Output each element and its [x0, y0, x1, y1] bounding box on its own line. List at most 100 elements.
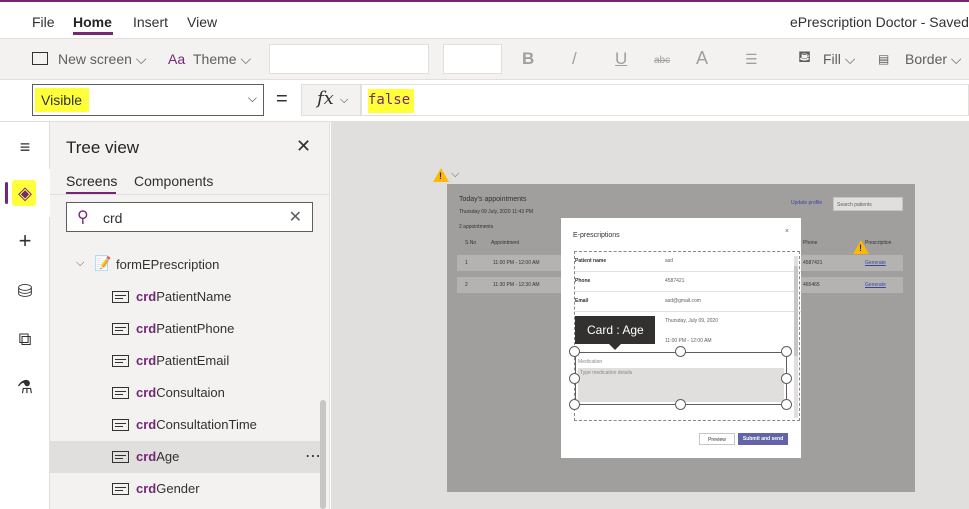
tree-node-crd-patientemail[interactable]: crdPatientEmail — [50, 345, 322, 377]
card-icon — [112, 387, 129, 399]
resize-handle[interactable] — [781, 399, 792, 410]
advanced-tools-icon[interactable]: ⚗ — [14, 376, 36, 398]
update-profile-link[interactable]: Update profile — [791, 200, 822, 206]
screen-title: Today's appointments — [459, 196, 527, 203]
close-icon[interactable]: ✕ — [296, 136, 311, 157]
tooltip-arrow — [609, 344, 621, 350]
tree-node-form[interactable]: ⌵ 📝 formEPrescription — [50, 249, 322, 281]
tab-screens[interactable]: Screens — [66, 173, 117, 189]
theme-button[interactable]: Theme ⌵ — [193, 51, 251, 68]
preview-button[interactable]: Preview — [699, 433, 735, 445]
fill-button[interactable]: Fill ⌵ — [823, 51, 855, 68]
font-size-select[interactable] — [443, 44, 502, 74]
active-indicator — [5, 182, 8, 204]
menu-view[interactable]: View — [187, 14, 217, 30]
screen-date: Thursday 09 July, 2020 11:43 PM — [459, 209, 534, 215]
canvas-area: ! ⌵ Today's appointments Thursday 09 Jul… — [331, 122, 969, 509]
medication-label: Medication — [578, 359, 603, 365]
patient-search[interactable]: Search patients — [833, 197, 903, 211]
menu-home[interactable]: Home — [73, 14, 112, 30]
resize-handle[interactable] — [569, 373, 580, 384]
prescription-modal[interactable]: E-prescriptions × Patient name asd Phone… — [561, 218, 801, 458]
chevron-down-icon: ⌵ — [844, 51, 856, 67]
submit-send-button[interactable]: Submit and send — [738, 433, 788, 445]
tree-node-crd-age[interactable]: crdAge ⋯ — [50, 441, 322, 473]
tree-node-label: crdPatientName — [136, 289, 232, 304]
fx-button[interactable]: fx ⌵ — [301, 84, 361, 116]
row-appointment: 11:30 PM - 12:30 AM — [493, 282, 540, 288]
tree-node-crd-consultaion[interactable]: crdConsultaion — [50, 377, 322, 409]
layers-icon[interactable]: ◈ — [14, 182, 36, 204]
formula-input[interactable]: false — [361, 84, 969, 116]
warning-icon[interactable]: ! — [433, 168, 449, 182]
prescription-form[interactable]: Patient name asd Phone 4587421 Email asd… — [569, 251, 801, 421]
align-icon[interactable]: ☰ — [745, 51, 758, 68]
row-phone: 4587421 — [803, 260, 823, 266]
italic-button[interactable]: / — [572, 49, 577, 69]
chevron-down-icon: ⌵ — [240, 51, 252, 67]
resize-handle[interactable] — [675, 346, 686, 357]
modal-title: E-prescriptions — [573, 232, 620, 239]
header-appointment: Appointment — [491, 240, 520, 246]
tree-node-crd-patientname[interactable]: crdPatientName — [50, 281, 322, 313]
menu-active-underline — [73, 32, 113, 35]
chevron-down-icon[interactable]: ⌵ — [451, 168, 459, 181]
data-cylinder-icon[interactable]: ⛁ — [14, 280, 36, 302]
tree-node-crd-gender[interactable]: crdGender — [50, 473, 322, 505]
tree-scrollbar[interactable] — [320, 400, 326, 509]
field-value: 11:00 PM - 12:00 AM — [665, 338, 712, 344]
card-icon — [112, 323, 129, 335]
medication-input[interactable]: Type medication details — [578, 368, 784, 402]
card-icon — [112, 291, 129, 303]
menu-insert[interactable]: Insert — [133, 14, 168, 30]
form-row[interactable]: Phone 4587421 — [575, 272, 801, 292]
tree-search-input[interactable]: ⚲ crd ✕ — [66, 202, 313, 232]
resize-handle[interactable] — [781, 346, 792, 357]
card-icon — [112, 355, 129, 367]
font-color-button[interactable]: A — [696, 48, 708, 69]
media-icon[interactable]: ⧉ — [14, 328, 36, 350]
tree-node-label: crdPatientEmail — [136, 353, 230, 368]
bold-button[interactable]: B — [522, 49, 534, 69]
chevron-down-icon: ⌵ — [247, 91, 257, 105]
property-value: Visible — [41, 92, 82, 108]
chevron-down-icon: ⌵ — [950, 51, 962, 67]
close-icon[interactable]: × — [785, 228, 789, 235]
form-row[interactable]: Patient name asd — [575, 252, 801, 272]
paint-bucket-icon: ⛾ — [798, 49, 812, 66]
field-value: 4587421 — [665, 278, 685, 284]
formula-bar: Visible ⌵ = fx ⌵ false — [0, 80, 969, 122]
form-scrollbar[interactable] — [794, 256, 798, 418]
generate-link[interactable]: Generate — [865, 282, 886, 288]
font-family-select[interactable] — [269, 44, 429, 74]
tree-node-crd-consultationtime[interactable]: crdConsultationTime — [50, 409, 322, 441]
tree-view-title: Tree view — [66, 138, 140, 157]
appointment-count: 2 appointments — [459, 224, 494, 230]
row-sno: 2 — [465, 282, 468, 288]
strikethrough-button[interactable]: abc — [654, 55, 670, 66]
resize-handle[interactable] — [569, 346, 580, 357]
warning-icon[interactable]: ! — [853, 240, 869, 254]
property-dropdown[interactable]: Visible ⌵ — [32, 84, 264, 116]
generate-link[interactable]: Generate — [865, 260, 886, 266]
clear-search-icon[interactable]: ✕ — [289, 207, 302, 227]
more-options-icon[interactable]: ⋯ — [305, 446, 321, 466]
new-screen-icon — [32, 52, 48, 65]
tree-node-crd-patientphone[interactable]: crdPatientPhone — [50, 313, 322, 345]
tab-components[interactable]: Components — [134, 173, 213, 189]
hamburger-menu-icon[interactable]: ≡ — [14, 136, 36, 158]
menu-file[interactable]: File — [32, 14, 55, 30]
resize-handle[interactable] — [569, 399, 580, 410]
form-row[interactable]: Email asd@gmail.com — [575, 292, 801, 312]
resize-handle[interactable] — [675, 399, 686, 410]
card-tooltip: Card : Age — [575, 316, 655, 344]
new-screen-button[interactable]: New screen ⌵ — [58, 51, 146, 68]
border-button[interactable]: Border ⌵ — [905, 51, 962, 68]
resize-handle[interactable] — [781, 373, 792, 384]
chevron-down-icon[interactable]: ⌵ — [76, 257, 84, 270]
underline-button[interactable]: U — [615, 49, 627, 69]
insert-plus-icon[interactable]: + — [14, 230, 36, 252]
chevron-down-icon: ⌵ — [340, 94, 349, 106]
new-screen-label: New screen — [58, 51, 132, 67]
selected-card-age[interactable]: Medication Type medication details — [575, 352, 787, 405]
